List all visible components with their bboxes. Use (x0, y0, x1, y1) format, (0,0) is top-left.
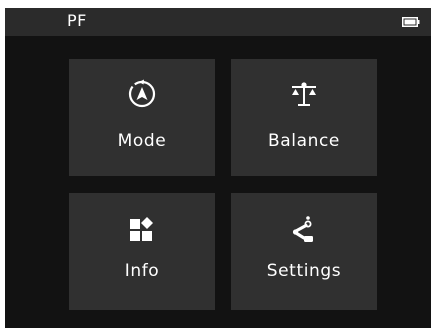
balance-button[interactable]: Balance (231, 59, 377, 176)
balance-scale-icon (292, 82, 316, 106)
settings-arm-icon (292, 216, 313, 242)
settings-label: Settings (266, 261, 342, 281)
mode-label: Mode (117, 131, 167, 151)
battery-icon (402, 17, 420, 27)
device-screen: PF Mode Balance Info Settings (5, 8, 431, 328)
info-button[interactable]: Info (69, 193, 215, 310)
mode-button[interactable]: Mode (69, 59, 215, 176)
settings-button[interactable]: Settings (231, 193, 377, 310)
info-label: Info (124, 261, 160, 281)
status-bar: PF (5, 8, 431, 36)
status-title: PF (67, 11, 87, 30)
balance-label: Balance (267, 131, 340, 151)
mode-compass-icon (128, 79, 156, 108)
info-grid-icon (130, 217, 153, 241)
